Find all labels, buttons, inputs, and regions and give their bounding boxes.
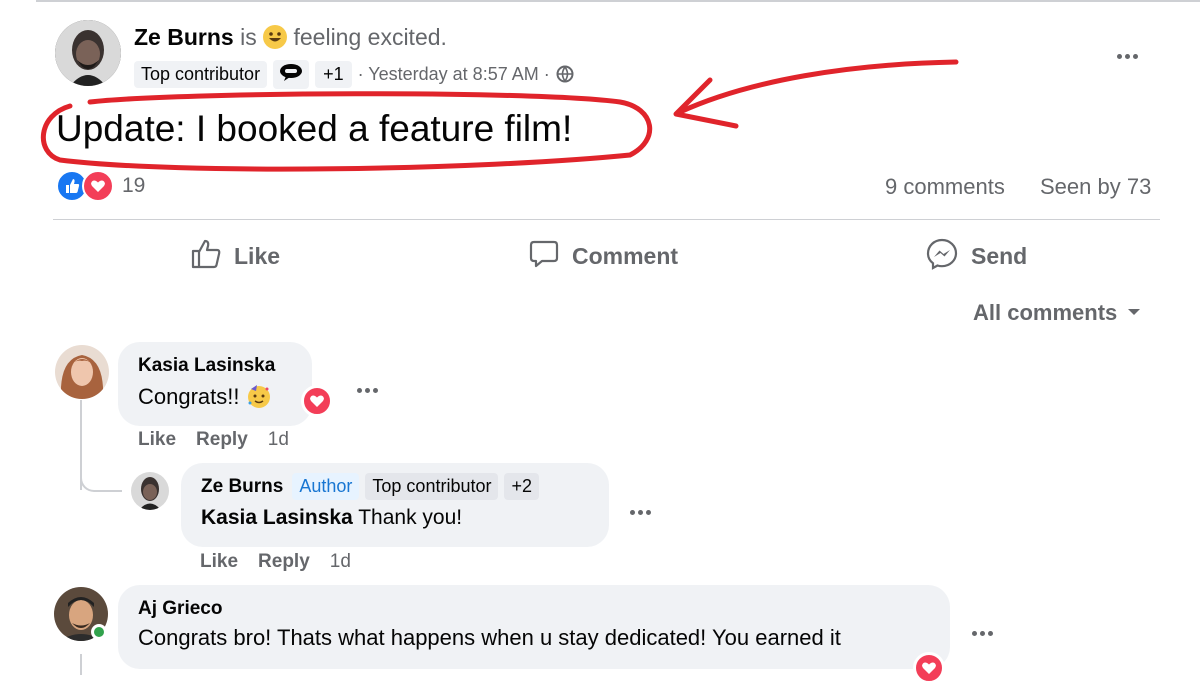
caret-down-icon	[1127, 304, 1141, 322]
messenger-icon	[925, 237, 959, 276]
comment-actions: Like Reply 1d	[138, 429, 289, 451]
top-contributor-badge[interactable]: Top contributor	[365, 473, 499, 500]
reply-author-avatar[interactable]	[131, 472, 169, 510]
comment-text-content: Congrats!!	[138, 384, 240, 409]
reply-time[interactable]: 1d	[330, 551, 351, 573]
reaction-count: 19	[122, 174, 146, 197]
reply-more-options-icon[interactable]	[628, 502, 652, 520]
actions-divider	[53, 219, 1160, 220]
comment-button-label: Comment	[572, 242, 679, 269]
comment-love-reaction-icon[interactable]	[913, 652, 945, 684]
comment-author[interactable]: Aj Grieco	[138, 598, 222, 620]
comment-more-options-icon[interactable]	[355, 380, 379, 398]
reply-header: Ze Burns Author Top contributor +2	[201, 473, 540, 500]
comment-reply-link[interactable]: Reply	[196, 429, 248, 451]
all-comments-label: All comments	[973, 300, 1118, 325]
comment-button[interactable]: Comment	[528, 238, 678, 274]
comment-bubble-icon	[528, 238, 560, 275]
commenter-avatar-kasia[interactable]	[55, 345, 109, 399]
comment-time[interactable]: 1d	[268, 429, 289, 451]
comment-text: Congrats!!	[138, 383, 272, 410]
party-face-icon	[246, 383, 272, 409]
comment-text: Congrats bro! Thats what happens when u …	[138, 625, 841, 650]
like-button-label: Like	[234, 242, 281, 269]
like-button[interactable]: Like	[190, 238, 280, 274]
reaction-summary[interactable]: 19	[56, 170, 146, 202]
post-more-options-icon[interactable]	[1115, 46, 1139, 64]
reply-like-link[interactable]: Like	[200, 551, 238, 573]
reply-text: Kasia Lasinska Thank you!	[201, 506, 462, 530]
send-button[interactable]: Send	[925, 238, 1027, 274]
reply-reply-link[interactable]: Reply	[258, 551, 310, 573]
annotation-arrow-line	[677, 59, 959, 115]
comment-author[interactable]: Kasia Lasinska	[138, 355, 275, 377]
annotation-circle	[41, 91, 653, 172]
comment-bubble: Kasia Lasinska Congrats!!	[118, 342, 312, 426]
reply-author[interactable]: Ze Burns	[201, 476, 283, 498]
author-badge[interactable]: Author	[292, 473, 360, 500]
thread-connector	[80, 470, 122, 492]
comments-count-link[interactable]: 9 comments	[885, 174, 1005, 200]
send-button-label: Send	[971, 242, 1028, 269]
love-reaction-icon	[82, 170, 114, 202]
comment-like-link[interactable]: Like	[138, 429, 176, 451]
comment-love-reaction-icon[interactable]	[301, 385, 333, 417]
reply-actions: Like Reply 1d	[200, 551, 351, 573]
comment-more-options-icon[interactable]	[970, 623, 994, 641]
more-badges-count[interactable]: +2	[504, 473, 540, 500]
comment-bubble: Aj Grieco Congrats bro! Thats what happe…	[118, 585, 950, 669]
online-status-indicator	[91, 624, 107, 640]
reply-mention[interactable]: Kasia Lasinska	[201, 506, 353, 529]
thumbs-up-icon	[190, 238, 222, 275]
top-divider	[36, 0, 1200, 2]
reply-bubble: Ze Burns Author Top contributor +2 Kasia…	[181, 463, 609, 547]
reply-text-content: Thank you!	[358, 506, 463, 529]
red-annotation	[41, 59, 959, 172]
all-comments-filter[interactable]: All comments	[973, 298, 1141, 328]
thread-line-2	[80, 654, 82, 675]
seen-by-link[interactable]: Seen by 73	[1040, 174, 1151, 200]
